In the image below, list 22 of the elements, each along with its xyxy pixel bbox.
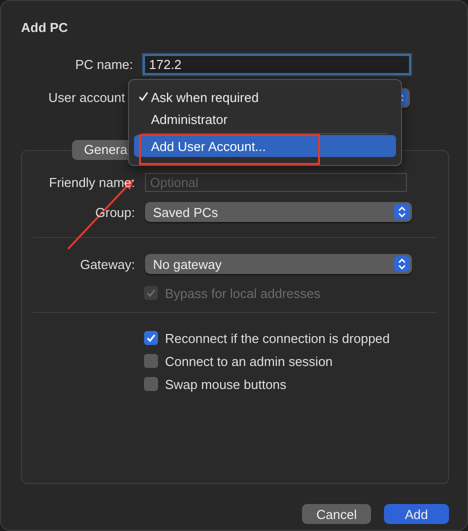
- checkbox-label: Bypass for local addresses: [165, 286, 320, 300]
- checkbox[interactable]: [144, 354, 158, 368]
- stepper-icon: [394, 256, 410, 272]
- add-button[interactable]: Add: [384, 504, 449, 524]
- menu-item[interactable]: Add User Account...: [134, 135, 396, 157]
- cancel-button[interactable]: Cancel: [302, 504, 371, 524]
- checkbox[interactable]: [144, 377, 158, 391]
- dialog-title: Add PC: [21, 20, 68, 35]
- popup-button[interactable]: Saved PCs: [145, 202, 412, 222]
- stepper-icon: [394, 204, 410, 220]
- pc-name-field[interactable]: 172.2: [143, 54, 411, 75]
- field-label: User account: [47, 90, 125, 105]
- field-label: Gateway:: [79, 256, 136, 272]
- popup-button[interactable]: No gateway: [145, 254, 412, 274]
- menu-item[interactable]: Ask when required: [134, 86, 396, 108]
- checkbox-label: Reconnect if the connection is dropped: [165, 330, 390, 346]
- field-label: PC name:: [74, 57, 134, 72]
- checkbox-label: Connect to an admin session: [165, 354, 333, 368]
- checkbox[interactable]: [144, 331, 158, 345]
- checkmark-icon: [138, 90, 149, 102]
- checkbox-label: Swap mouse buttons: [165, 376, 286, 392]
- menu-item[interactable]: Administrator: [134, 108, 396, 130]
